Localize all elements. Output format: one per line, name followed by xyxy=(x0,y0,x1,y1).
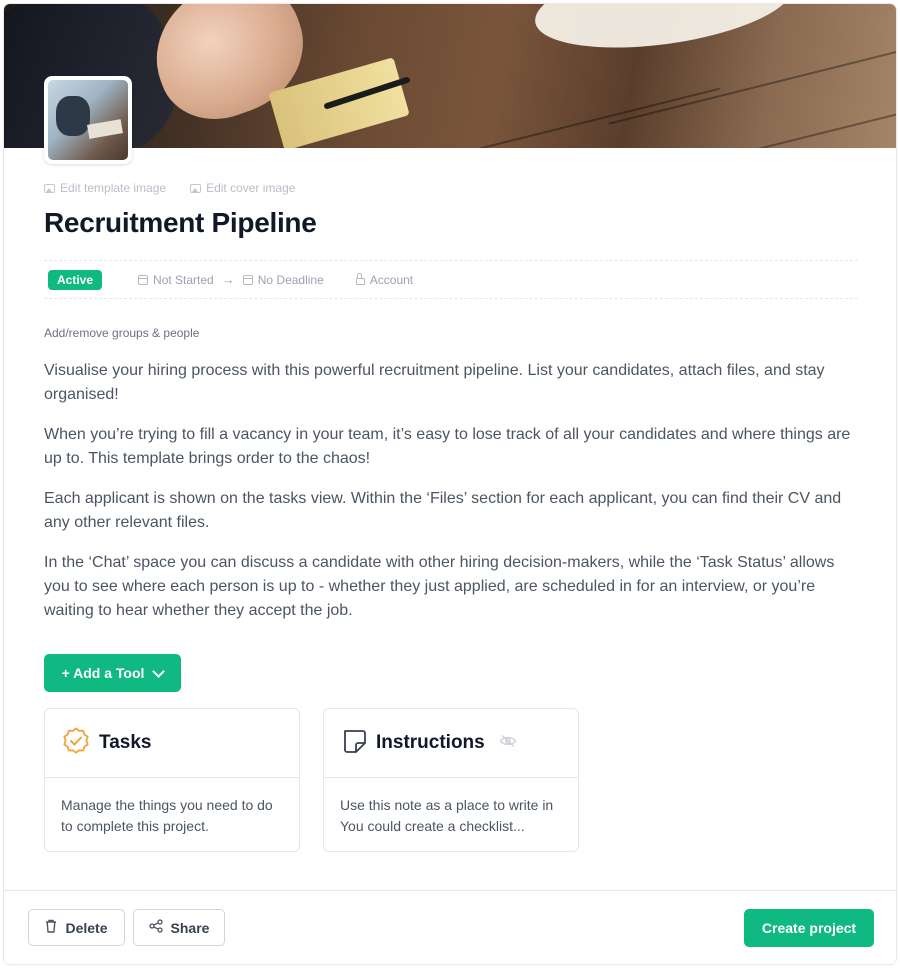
cover-image xyxy=(4,4,896,148)
access-setting[interactable]: Account xyxy=(355,272,414,287)
project-meta-bar: Active Not Started → No Deadline Account xyxy=(44,260,858,299)
start-date[interactable]: Not Started xyxy=(138,273,214,287)
start-date-label: Not Started xyxy=(153,272,214,287)
create-project-button[interactable]: Create project xyxy=(744,909,874,947)
delete-button[interactable]: Delete xyxy=(28,909,125,946)
chevron-down-icon xyxy=(152,664,166,678)
arrow-right-icon: → xyxy=(221,272,235,287)
tool-card-title: Instructions xyxy=(376,732,485,753)
calendar-icon xyxy=(242,274,253,285)
tool-card-description: Manage the things you need to do to comp… xyxy=(61,797,273,834)
tool-card-tasks[interactable]: Tasks Manage the things you need to do t… xyxy=(44,708,300,852)
sticky-note-icon xyxy=(340,727,368,760)
share-label: Share xyxy=(170,919,210,936)
description-paragraph: Each applicant is shown on the tasks vie… xyxy=(44,490,842,531)
share-button[interactable]: Share xyxy=(133,909,225,946)
delete-label: Delete xyxy=(65,919,108,936)
share-icon xyxy=(148,919,163,936)
badge-check-icon xyxy=(61,726,91,761)
image-icon xyxy=(190,183,202,193)
project-description: Visualise your hiring process with this … xyxy=(44,359,864,639)
edit-cover-image-label: Edit cover image xyxy=(206,181,296,195)
tool-card-instructions[interactable]: Instructions Use this note as a place to… xyxy=(323,708,579,852)
eye-off-icon[interactable] xyxy=(499,734,517,753)
deadline-date[interactable]: No Deadline xyxy=(242,272,324,287)
description-paragraph: In the ‘Chat’ space you can discuss a ca… xyxy=(44,554,835,619)
lock-icon xyxy=(355,273,365,285)
image-icon xyxy=(44,183,55,193)
access-label: Account xyxy=(369,272,414,287)
edit-cover-image-link[interactable]: Edit cover image xyxy=(190,181,295,195)
groups-people-link[interactable]: Add/remove groups & people xyxy=(44,326,199,340)
add-tool-button[interactable]: + Add a Tool xyxy=(44,654,181,692)
project-title[interactable]: Recruitment Pipeline xyxy=(44,207,317,239)
description-paragraph: Visualise your hiring process with this … xyxy=(44,362,825,403)
modal-footer: Delete Share Create project xyxy=(4,890,896,964)
tool-card-title: Tasks xyxy=(99,732,152,753)
add-tool-label: + Add a Tool xyxy=(61,665,145,681)
deadline-label: No Deadline xyxy=(257,272,324,287)
tool-card-description: Use this note as a place to write in You… xyxy=(340,797,554,834)
description-paragraph: When you’re trying to fill a vacancy in … xyxy=(44,426,851,467)
edit-template-image-link[interactable]: Edit template image xyxy=(44,181,166,195)
edit-template-image-label: Edit template image xyxy=(60,181,167,195)
status-badge[interactable]: Active xyxy=(48,269,103,290)
calendar-icon xyxy=(138,274,149,285)
template-modal: Edit template image Edit cover image Rec… xyxy=(4,4,896,964)
trash-icon xyxy=(45,919,57,936)
template-thumbnail[interactable] xyxy=(44,76,132,164)
